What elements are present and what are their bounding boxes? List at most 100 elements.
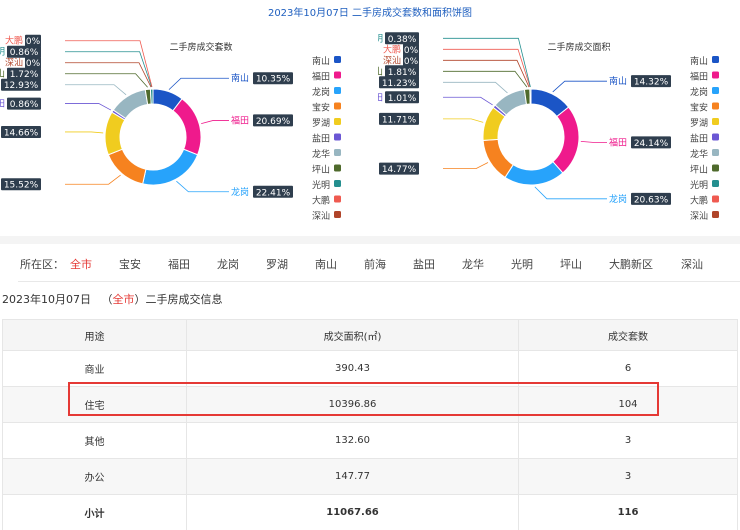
legend-swatch[interactable] [334, 103, 341, 110]
slice-name-label: 龙岗 [231, 186, 249, 198]
slice-value-label: 1.81% [388, 68, 417, 78]
slice-value-label: 22.41% [256, 188, 291, 198]
chart-title: 二手房成交套数 [169, 41, 232, 53]
legend-label: 光明 [312, 179, 330, 191]
filter-item-12[interactable]: 深汕 [681, 256, 730, 276]
legend-label: 龙华 [312, 148, 330, 160]
legend-label: 坪山 [690, 165, 708, 176]
pie-slice-光明[interactable] [530, 89, 531, 104]
legend-swatch[interactable] [334, 196, 341, 203]
legend-swatch[interactable] [334, 118, 341, 125]
slice-value-label: 14.77% [382, 165, 417, 175]
slice-value-label: 0.86% [10, 48, 39, 58]
slice-value-label: 0% [404, 46, 419, 56]
filter-item-8[interactable]: 龙华 [462, 256, 511, 276]
total-cell: 11067.66 [187, 495, 519, 530]
table-cell: 132.60 [187, 423, 519, 459]
slice-value-label: 20.69% [256, 117, 291, 127]
legend-swatch[interactable] [712, 56, 719, 63]
legend-label: 深汕 [690, 211, 708, 222]
table-cell: 3 [519, 459, 738, 495]
table-row: 商业390.436 [3, 351, 738, 387]
slice-value-label: 14.66% [4, 128, 39, 138]
pie-slice-龙岗[interactable] [143, 149, 198, 185]
legend-swatch[interactable] [712, 87, 719, 94]
divider [18, 281, 740, 282]
label-line [65, 175, 121, 184]
pie-slice-福田[interactable] [173, 99, 201, 155]
legend-swatch[interactable] [712, 165, 719, 172]
legend-swatch[interactable] [334, 56, 341, 63]
filter-item-10[interactable]: 坪山 [560, 256, 609, 276]
label-line [443, 163, 488, 169]
legend-swatch[interactable] [712, 149, 719, 156]
legend-swatch[interactable] [334, 72, 341, 79]
legend-swatch[interactable] [712, 196, 719, 203]
legend-swatch[interactable] [334, 134, 341, 141]
filter-label: 所在区： [20, 256, 70, 276]
pie-slice-福田[interactable] [553, 107, 579, 173]
col-usage: 用途 [3, 320, 187, 351]
info-suffix: ）二手房成交信息 [135, 293, 223, 306]
label-line [201, 120, 229, 123]
col-count: 成交套数 [519, 320, 738, 351]
label-line [65, 74, 148, 88]
info-district: 全市 [113, 293, 135, 306]
legend-label: 盐田 [690, 133, 708, 145]
slice-value-label: 11.71% [382, 115, 417, 125]
legend-label: 罗湖 [312, 118, 330, 129]
legend-label: 坪山 [312, 165, 330, 176]
pie-slice-宝安[interactable] [108, 149, 145, 184]
table-cell: 104 [519, 387, 738, 423]
slice-value-label: 20.63% [634, 195, 669, 205]
slice-value-label: 0% [26, 37, 41, 47]
legend-swatch[interactable] [334, 165, 341, 172]
filter-item-2[interactable]: 福田 [168, 256, 217, 276]
filter-item-0[interactable]: 全市 [70, 256, 119, 276]
table-cell: 其他 [3, 423, 187, 459]
filter-item-3[interactable]: 龙岗 [217, 256, 266, 276]
slice-name-label: 深汕 [383, 55, 401, 66]
pie-slice-龙华[interactable] [113, 90, 147, 119]
filter-item-4[interactable]: 罗湖 [266, 256, 315, 276]
slice-name-label: 福田 [609, 136, 627, 148]
pie-slice-宝安[interactable] [483, 139, 513, 177]
table-cell: 147.77 [187, 459, 519, 495]
table-cell: 6 [519, 351, 738, 387]
filter-item-1[interactable]: 宝安 [119, 256, 168, 276]
slice-name-label: 大鹏 [5, 35, 23, 47]
legend-swatch[interactable] [712, 118, 719, 125]
filter-item-6[interactable]: 前海 [364, 256, 413, 276]
legend-label: 龙岗 [690, 86, 708, 98]
legend-swatch[interactable] [334, 87, 341, 94]
pie-slice-龙岗[interactable] [505, 162, 563, 185]
legend-label: 盐田 [312, 133, 330, 145]
legend-swatch[interactable] [334, 149, 341, 156]
label-line [443, 82, 507, 93]
table-row: 办公147.773 [3, 459, 738, 495]
label-line [169, 78, 229, 89]
legend-label: 宝安 [690, 102, 708, 114]
filter-item-7[interactable]: 盐田 [413, 256, 462, 276]
legend-swatch[interactable] [712, 211, 719, 218]
slice-name-label: 光明 [0, 46, 5, 58]
legend-swatch[interactable] [712, 103, 719, 110]
slice-value-label: 14.32% [634, 78, 669, 88]
legend-swatch[interactable] [712, 180, 719, 187]
slice-name-label: 光明 [378, 32, 383, 44]
filter-item-9[interactable]: 光明 [511, 256, 560, 276]
legend-swatch[interactable] [712, 72, 719, 79]
table-cell: 390.43 [187, 351, 519, 387]
transaction-table: 用途 成交面积(㎡) 成交套数 商业390.436住宅10396.86104其他… [2, 319, 738, 530]
legend-swatch[interactable] [334, 211, 341, 218]
label-line [581, 141, 607, 142]
legend-swatch[interactable] [712, 134, 719, 141]
pie-slice-光明[interactable] [150, 89, 153, 104]
slice-name-label: 坪山 [0, 69, 5, 80]
legend-swatch[interactable] [334, 180, 341, 187]
col-area: 成交面积(㎡) [187, 320, 519, 351]
filter-item-11[interactable]: 大鹏新区 [609, 256, 681, 276]
filter-item-5[interactable]: 南山 [315, 256, 364, 276]
slice-value-label: 1.72% [10, 70, 39, 80]
label-line [443, 71, 527, 87]
